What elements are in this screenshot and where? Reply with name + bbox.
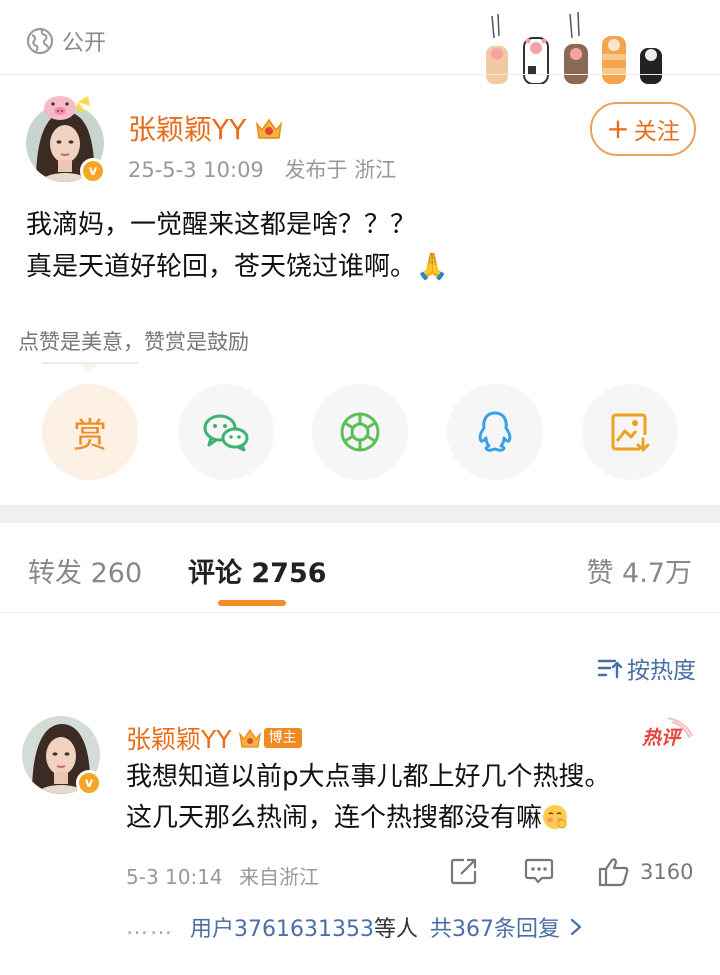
commenter-name[interactable]: 张颖颖YY 博主 [126,720,302,756]
pig-decoration-icon [44,96,90,120]
post-time: 25-5-3 10:09 [128,158,264,182]
commenter-name-text: 张颖颖YY [126,725,232,754]
hot-comment-tag-icon: 热评 [641,717,693,749]
commenter-avatar[interactable]: v [22,716,102,796]
visibility-label: 公开 [62,31,107,56]
comment-icon [524,858,554,884]
reward-label: 赏 [73,415,107,456]
cat-paws-decoration-icon [486,11,662,84]
post-location: 发布于 浙江 [284,158,397,182]
reward-tip: 点赞是美意，赞赏是鼓励 [18,330,249,354]
verified-badge: v [80,158,106,184]
comment-text-line: 我想知道以前p大点事儿都上好几个热搜。 [126,762,611,792]
comment-location: 来自浙江 [239,865,320,889]
blushing-face-emoji-icon [543,805,568,829]
blogger-badge: 博主 [263,728,302,748]
replies-total: 共367条回复 [430,917,560,942]
comment-text: 我想知道以前p大点事儿都上好几个热搜。 这几天那么热闹，连个热搜都没有嘛 [126,757,611,839]
divider [0,74,720,75]
save-image-button[interactable] [582,384,678,480]
author-name-text: 张颖颖YY [128,113,247,146]
wechat-icon [203,414,249,452]
author-avatar[interactable]: v [26,96,106,184]
hot-comment-label: 热评 [641,727,683,749]
share-icon [450,858,477,885]
moments-icon [340,412,380,452]
sort-by-hot-button[interactable]: 按热度 [597,651,696,685]
post-text-line: 我滴妈，一觉醒来这都是啥？？？ [26,210,417,240]
plus-icon: + [606,112,630,145]
active-tab-indicator [218,600,286,606]
verified-badge: v [76,770,102,796]
follow-label: 关注 [633,119,680,145]
view-replies-link[interactable]: …… 用户3761631353 等人 共367条回复 [126,911,582,943]
post-text-line: 真是天道好轮回，苍天饶过谁啊。🙏 [26,252,449,282]
comment-like-button[interactable]: 3160 [598,857,693,887]
comment-meta: 5-3 10:14 来自浙江 [126,861,319,890]
divider [0,612,720,613]
chevron-right-icon [570,918,582,936]
post-meta: 25-5-3 10:09 发布于 浙江 [128,154,396,184]
comment-reply-button[interactable] [524,857,554,885]
comment-share-button[interactable] [450,857,478,885]
replies-users: 用户3761631353 [190,917,374,942]
comment-text-line-content: 这几天那么热闹，连个热搜都没有嘛 [126,803,543,833]
replies-suffix: 等人 [373,917,418,942]
reward-button[interactable]: 赏 [42,384,138,480]
save-image-icon [611,413,650,452]
share-qq-button[interactable] [447,384,543,480]
tab-reposts[interactable]: 转发 260 [28,551,142,590]
qq-icon [478,411,512,452]
post-text: 我滴妈，一觉醒来这都是啥？？？ 真是天道好轮回，苍天饶过谁啊。🙏 [26,204,448,288]
replies-dots: …… [126,914,174,940]
thumbs-up-icon [598,858,629,887]
comments-card [0,523,720,975]
follow-button[interactable]: + 关注 [590,102,696,156]
sort-icon [597,659,623,679]
comment-time: 5-3 10:14 [126,865,223,889]
like-count: 3160 [640,860,694,884]
tab-comments[interactable]: 评论 2756 [188,551,327,590]
comment-text-line: 这几天那么热闹，连个热搜都没有嘛 [126,798,611,839]
globe-icon [26,27,54,55]
crown-icon [238,728,261,748]
author-name[interactable]: 张颖颖YY [128,108,284,148]
tip-arrow [80,364,98,372]
sort-label: 按热度 [627,658,696,684]
tab-likes[interactable]: 赞 4.7万 [586,551,692,590]
post-card: 公开 v 张颖颖YY 25-5-3 10:09 发布于 浙江 + 关注 我滴妈，… [0,0,720,505]
share-moments-button[interactable] [312,384,408,480]
share-wechat-button[interactable] [178,384,274,480]
crown-icon [256,118,283,139]
visibility-row[interactable]: 公开 [26,24,106,58]
